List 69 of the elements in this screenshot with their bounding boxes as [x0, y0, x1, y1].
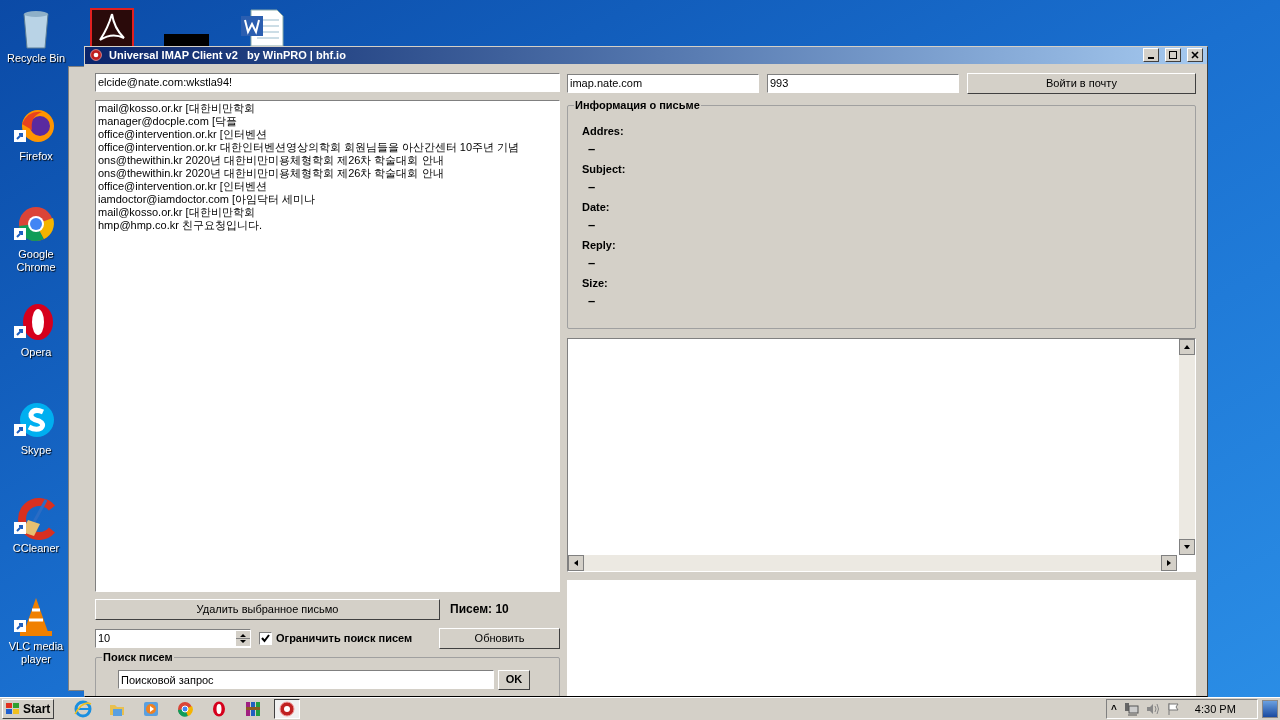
message-item[interactable]: office@intervention.or.kr [인터벤션: [98, 127, 559, 141]
maximize-icon: [1169, 51, 1177, 60]
message-item[interactable]: office@intervention.or.kr 대한인터벤션영상의학회 회원님들을 아산간센터 10주년 기념: [98, 140, 559, 154]
document-icon[interactable]: [239, 8, 285, 46]
field-label: Subject:: [582, 161, 626, 176]
document-swirl-icon[interactable]: [90, 8, 134, 46]
icon-label[interactable]: Recycle Bin: [6, 52, 66, 65]
ok-button[interactable]: OK: [498, 669, 530, 690]
login-button[interactable]: Войти в почту: [967, 72, 1196, 94]
port-field[interactable]: 993: [767, 73, 959, 93]
minimize-button[interactable]: [1143, 48, 1159, 63]
refresh-button[interactable]: Обновить: [439, 627, 560, 649]
message-item[interactable]: mail@kosso.or.kr [대한비만학회: [98, 205, 559, 219]
group-title: Информация о письме: [574, 98, 701, 111]
scroll-right-icon[interactable]: [1161, 554, 1177, 571]
close-button[interactable]: [1187, 48, 1203, 63]
message-count: Писем: 10: [450, 601, 509, 618]
field-value: –: [588, 292, 596, 309]
field-label: Size:: [582, 275, 608, 290]
windows-logo-icon: [5, 702, 21, 716]
icon-label[interactable]: VLC media player: [0, 640, 72, 666]
field-value: –: [588, 178, 596, 195]
delete-button[interactable]: Удалить выбранное письмо: [95, 598, 440, 620]
message-list[interactable]: [95, 99, 560, 592]
window-title: Universal IMAP Client v2 by WinPRO | bhf.io: [109, 48, 347, 63]
maximize-button[interactable]: [1165, 48, 1181, 63]
message-item[interactable]: iamdoctor@iamdoctor.com [아임닥터 세미나: [98, 192, 559, 206]
vertical-scrollbar[interactable]: [1179, 338, 1195, 555]
limit-checkbox[interactable]: Ограничить поиск писем: [259, 629, 413, 647]
group-title: Поиск писем: [102, 650, 174, 663]
network-icon[interactable]: [1122, 702, 1139, 716]
start-button[interactable]: Start: [2, 699, 54, 719]
message-item[interactable]: ons@thewithin.kr 2020년 대한비만미용체형학회 제26차 학술대회 안내: [98, 153, 559, 167]
close-icon: [1191, 51, 1199, 60]
limit-spinner[interactable]: 10: [95, 628, 251, 648]
icon-label[interactable]: Google Chrome: [0, 248, 72, 274]
host-field[interactable]: imap.nate.com: [567, 73, 759, 93]
spin-arrows-icon[interactable]: [236, 630, 250, 646]
scroll-up-icon[interactable]: [1179, 338, 1195, 355]
message-item[interactable]: manager@docple.com [닥플: [98, 114, 559, 128]
app-logo-icon: [89, 48, 103, 63]
horizontal-scrollbar[interactable]: [568, 554, 1177, 571]
message-item[interactable]: hmp@hmp.co.kr 친구요청입니다.: [98, 218, 559, 232]
scroll-down-icon[interactable]: [1179, 538, 1195, 555]
field-value: –: [588, 254, 596, 271]
round-logo-icon: [278, 700, 296, 718]
message-item[interactable]: ons@thewithin.kr 2020년 대한비만미용체형학회 제26차 학술대회 안내: [98, 166, 559, 180]
icon-label[interactable]: Skype: [20, 444, 52, 457]
books-icon: [244, 700, 262, 718]
taskbar-button[interactable]: [274, 699, 300, 719]
field-value: –: [588, 140, 596, 157]
checkmark-icon: [261, 633, 270, 643]
field-label: Reply:: [582, 237, 616, 252]
show-desktop-button[interactable]: [1262, 700, 1278, 718]
field-value: –: [588, 216, 596, 233]
field-label: Date:: [582, 199, 610, 214]
field-label: Addres:: [582, 123, 624, 138]
icon-label[interactable]: Opera: [20, 346, 52, 359]
search-field[interactable]: Поисковой запрос: [118, 670, 494, 689]
tray-expand-button[interactable]: ^: [1111, 701, 1117, 717]
message-item[interactable]: mail@kosso.or.kr [대한비만학회: [98, 101, 559, 115]
account-field[interactable]: elcide@nate.com:wkstla94!: [95, 72, 560, 92]
icon-label[interactable]: CCleaner: [12, 542, 60, 555]
flag-icon[interactable]: [1166, 702, 1181, 716]
message-item[interactable]: office@intervention.or.kr [인터벤션: [98, 179, 559, 193]
icon-label[interactable]: Firefox: [19, 150, 53, 163]
clock[interactable]: 4:30 PM: [1194, 700, 1236, 718]
globe-icon: [74, 700, 92, 718]
scroll-left-icon[interactable]: [568, 554, 584, 571]
